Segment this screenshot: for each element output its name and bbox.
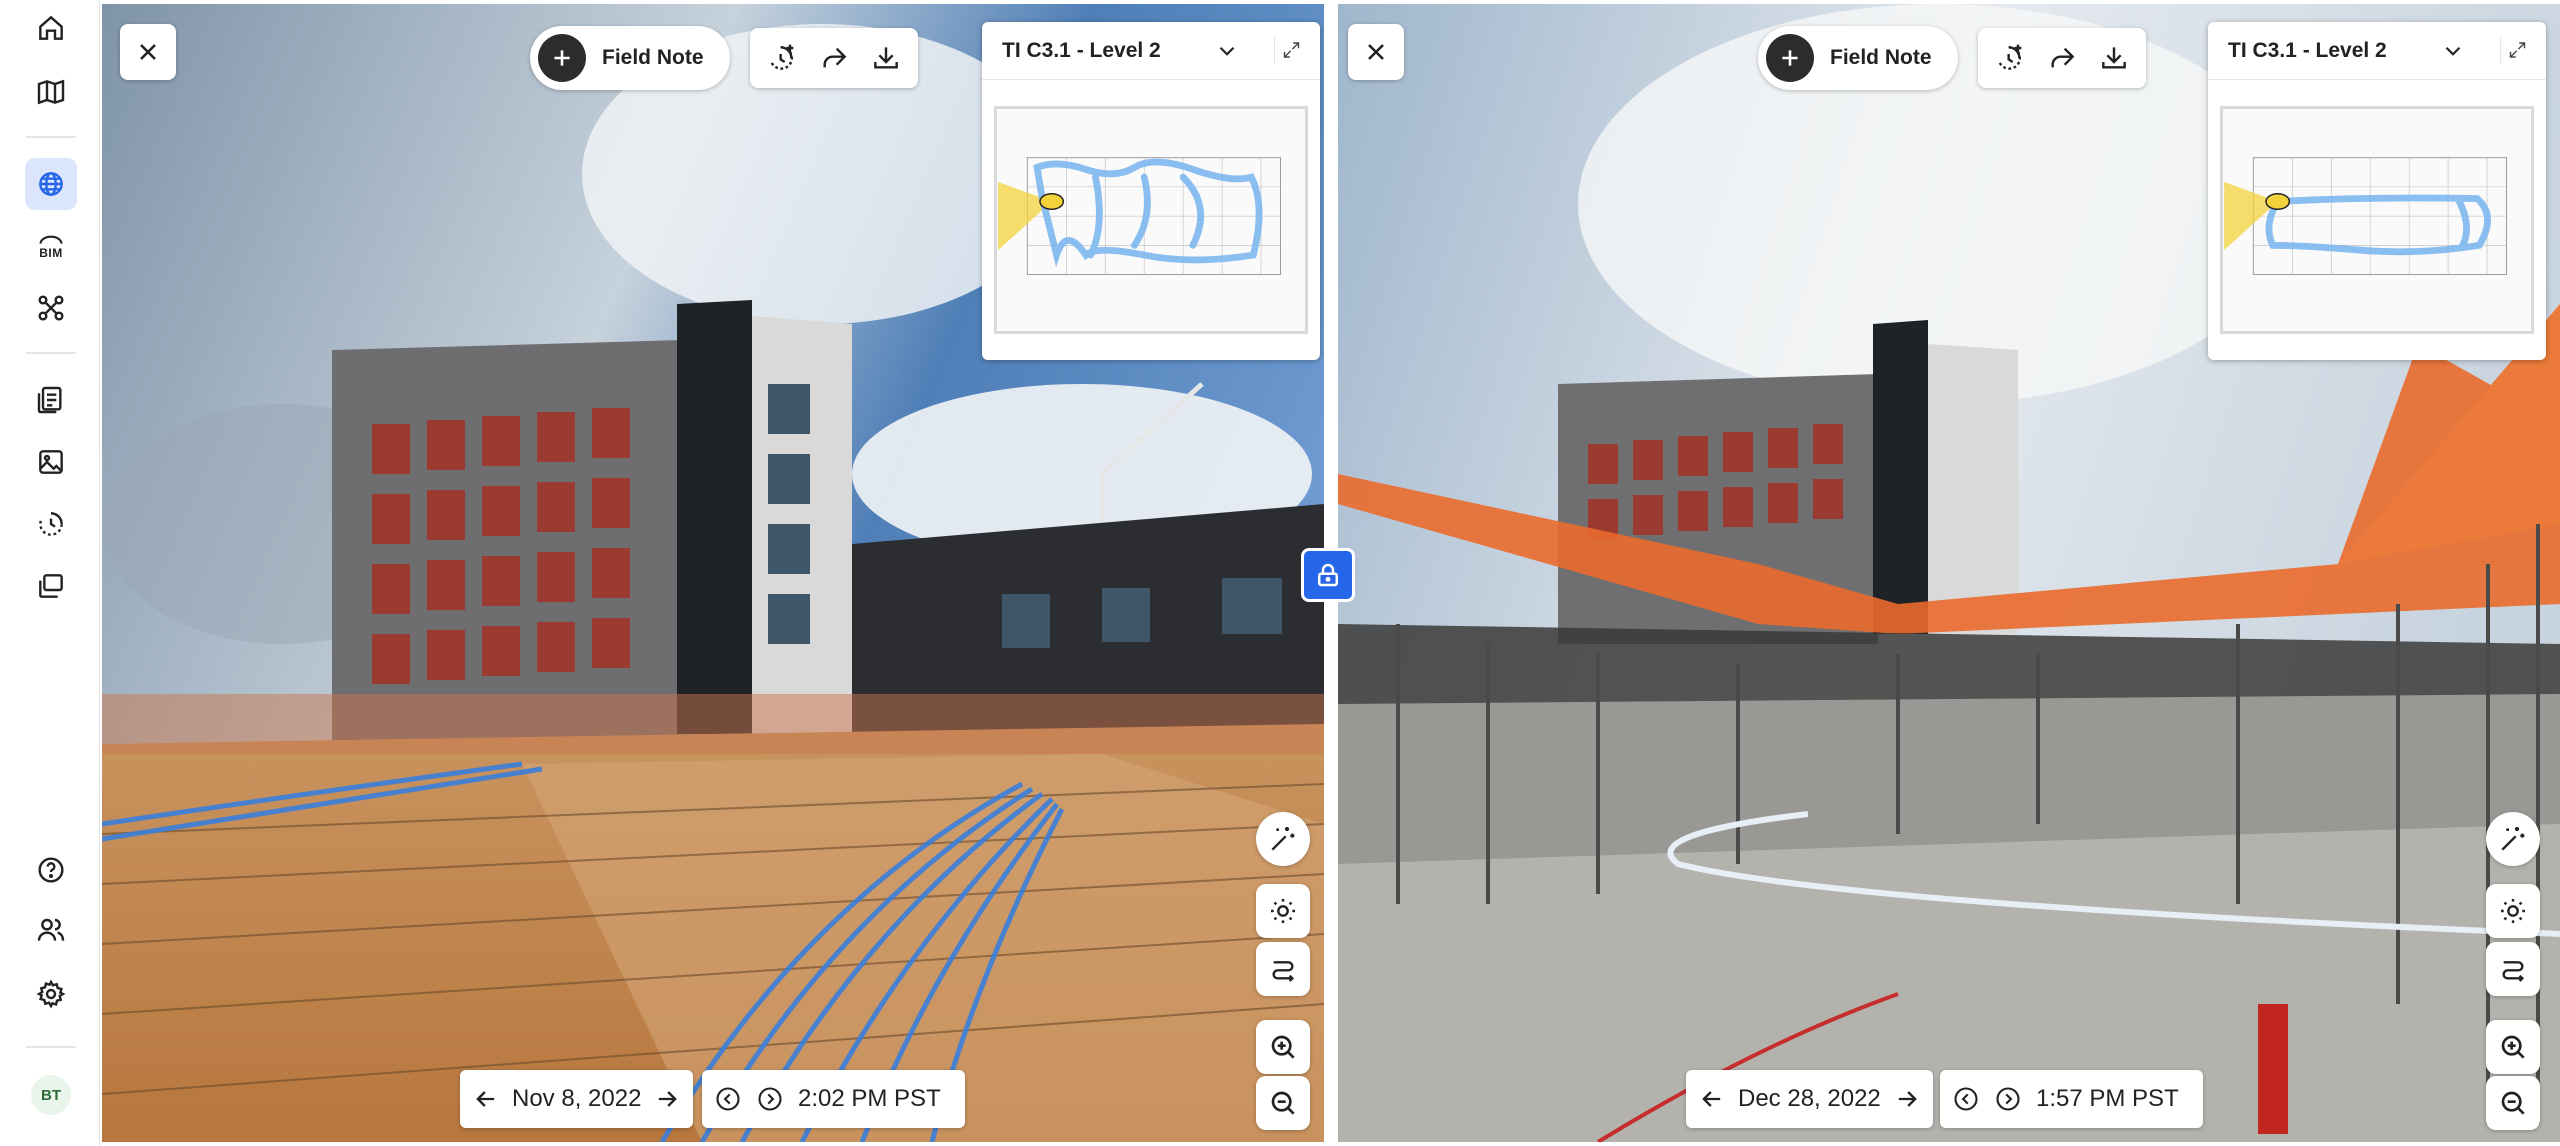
chevron-left-circle-icon[interactable] <box>714 1085 742 1113</box>
zoom-out-icon <box>2501 1091 2525 1115</box>
close-button[interactable] <box>120 24 176 80</box>
close-icon <box>140 44 156 60</box>
floor-plan[interactable] <box>2220 106 2534 334</box>
timelapse-add-icon[interactable] <box>762 38 802 78</box>
arrow-right-icon[interactable] <box>653 1085 681 1113</box>
toolbar <box>1978 28 2146 88</box>
zoom-in-button[interactable] <box>2486 1020 2540 1074</box>
timelapse-add-icon[interactable] <box>1990 38 2030 78</box>
floor-plan[interactable] <box>994 106 1308 334</box>
viewer-pane-left[interactable]: Field Note TI C3.1 - Level 2 Nov 8, 2022… <box>102 4 1324 1142</box>
close-button[interactable] <box>1348 24 1404 80</box>
date-selector[interactable]: Nov 8, 2022 <box>460 1070 694 1128</box>
date-selector[interactable]: Dec 28, 2022 <box>1686 1070 1933 1128</box>
time-selector[interactable]: 2:02 PM PST <box>702 1070 965 1128</box>
sidebar-divider <box>26 136 76 138</box>
compare-button[interactable] <box>2486 942 2540 996</box>
share-icon[interactable] <box>814 38 854 78</box>
time-selector[interactable]: 1:57 PM PST <box>1940 1070 2203 1128</box>
minimap-panel[interactable]: TI C3.1 - Level 2 <box>982 22 1320 360</box>
minimap-header: TI C3.1 - Level 2 <box>2208 22 2546 80</box>
capture-time: 1:57 PM PST <box>2036 1085 2179 1112</box>
chevron-right-circle-icon[interactable] <box>1994 1085 2022 1113</box>
zoom-in-button[interactable] <box>1256 1020 1310 1074</box>
home-icon[interactable] <box>25 2 77 54</box>
download-icon[interactable] <box>2094 38 2134 78</box>
drone-icon[interactable] <box>25 282 77 334</box>
zoom-in-icon <box>1271 1035 1295 1059</box>
sidebar-divider <box>26 1046 76 1048</box>
plus-icon <box>1766 34 1814 82</box>
arrow-left-icon[interactable] <box>1698 1085 1726 1113</box>
magic-wand-button[interactable] <box>1256 812 1310 866</box>
lock-icon <box>1318 563 1338 587</box>
zoom-out-icon <box>1271 1091 1295 1115</box>
image-icon[interactable] <box>25 436 77 488</box>
field-note-button[interactable]: Field Note <box>1758 26 1958 90</box>
brightness-icon <box>1271 899 1295 923</box>
sidebar-divider <box>26 352 76 354</box>
path-icon <box>2502 961 2525 982</box>
viewer-pane-right[interactable]: Field Note TI C3.1 - Level 2 Dec 28, 202… <box>1338 4 2560 1142</box>
minimap-header: TI C3.1 - Level 2 <box>982 22 1320 80</box>
magic-wand-icon <box>1271 827 1295 851</box>
arrow-right-icon[interactable] <box>1893 1085 1921 1113</box>
expand-icon[interactable] <box>2500 36 2528 64</box>
minimap-panel[interactable]: TI C3.1 - Level 2 <box>2208 22 2546 360</box>
magic-wand-button[interactable] <box>2486 812 2540 866</box>
zoom-in-icon <box>2501 1035 2525 1059</box>
field-note-button[interactable]: Field Note <box>530 26 730 90</box>
field-note-label: Field Note <box>602 46 704 69</box>
field-note-label: Field Note <box>1830 46 1932 69</box>
chevron-left-circle-icon[interactable] <box>1952 1085 1980 1113</box>
plus-icon <box>538 34 586 82</box>
chevron-down-icon[interactable] <box>1214 38 1240 64</box>
expand-icon[interactable] <box>1274 36 1302 64</box>
close-icon <box>1368 44 1384 60</box>
arrow-left-icon[interactable] <box>472 1085 500 1113</box>
download-icon[interactable] <box>866 38 906 78</box>
share-icon[interactable] <box>2042 38 2082 78</box>
capture-date: Dec 28, 2022 <box>1738 1085 1881 1112</box>
brightness-icon <box>2501 899 2525 923</box>
help-icon[interactable] <box>25 844 77 896</box>
sync-lock-button[interactable] <box>1301 548 1355 602</box>
avatar[interactable]: BT <box>31 1075 71 1115</box>
globe-icon[interactable] <box>25 158 77 210</box>
sidebar: BIM BT <box>0 0 100 1146</box>
chevron-down-icon[interactable] <box>2440 38 2466 64</box>
brightness-button[interactable] <box>1256 884 1310 938</box>
brightness-button[interactable] <box>2486 884 2540 938</box>
compare-button[interactable] <box>1256 942 1310 996</box>
zoom-out-button[interactable] <box>2486 1076 2540 1130</box>
bim-icon[interactable]: BIM <box>25 220 77 272</box>
layers-icon[interactable] <box>25 560 77 612</box>
capture-date: Nov 8, 2022 <box>512 1085 642 1112</box>
path-icon <box>1272 961 1295 982</box>
zoom-out-button[interactable] <box>1256 1076 1310 1130</box>
users-icon[interactable] <box>25 904 77 956</box>
timelapse-icon[interactable] <box>25 498 77 550</box>
report-icon[interactable] <box>25 374 77 426</box>
settings-icon[interactable] <box>25 968 77 1020</box>
chevron-right-circle-icon[interactable] <box>756 1085 784 1113</box>
magic-wand-icon <box>2501 827 2525 851</box>
bim-label: BIM <box>39 246 63 260</box>
capture-time: 2:02 PM PST <box>798 1085 941 1112</box>
map-icon[interactable] <box>25 66 77 118</box>
floor-selector-label[interactable]: TI C3.1 - Level 2 <box>2228 39 2387 63</box>
floor-selector-label[interactable]: TI C3.1 - Level 2 <box>1002 39 1161 63</box>
toolbar <box>750 28 918 88</box>
